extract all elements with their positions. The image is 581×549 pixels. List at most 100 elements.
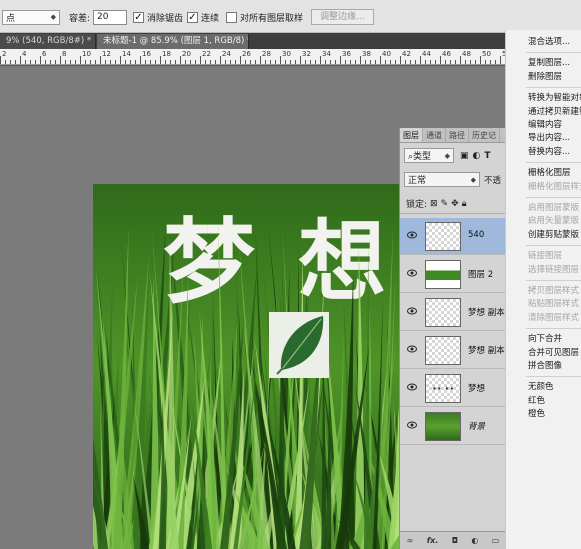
filter-dropdown[interactable]: ⌕类型 ◆ [404, 148, 454, 163]
tab-paths[interactable]: 路径 [446, 128, 469, 142]
menu-item[interactable]: 删除图层 [506, 71, 581, 83]
ruler-tick [5, 60, 6, 64]
tab-history[interactable]: 历史记 [469, 128, 500, 142]
ruler-tick [75, 60, 76, 64]
menu-item[interactable]: 编辑内容 [506, 119, 581, 131]
panel-footer: ∞ fx. ◘ ◐ ▭ [400, 531, 506, 549]
ruler-tick [170, 60, 171, 64]
lock-position-icon[interactable]: ✥ [451, 199, 459, 209]
mask-icon[interactable]: ◘ [452, 536, 458, 545]
ruler-tick [35, 60, 36, 64]
menu-item[interactable]: 红色 [506, 395, 581, 407]
ruler-tick [125, 60, 126, 64]
ruler-number: 8 [62, 50, 67, 58]
lock-all-icon[interactable]: 🔒︎ [462, 199, 467, 209]
blend-mode-dropdown[interactable]: 正常 ◆ [404, 172, 480, 187]
menu-item: 启用图层蒙版 [528, 203, 580, 213]
ruler-tick [235, 60, 236, 64]
menu-item: 栅格化图层样式 [528, 181, 581, 192]
image-filter-icon[interactable]: ▣ [460, 151, 469, 161]
layer-row[interactable]: 图层 2 [400, 256, 506, 293]
menu-item[interactable]: 合并可见图层 [506, 347, 581, 359]
menu-item[interactable]: 复制图层... [506, 57, 581, 69]
menu-item[interactable]: 混合选项... [506, 36, 581, 48]
mode-dropdown[interactable]: 点 ◆ [2, 9, 60, 25]
antialias-checkbox[interactable]: ✓ 消除锯齿 [133, 9, 183, 25]
ruler-tick [460, 56, 461, 64]
checkbox-icon [226, 11, 237, 23]
close-icon[interactable]: × [95, 36, 96, 46]
contiguous-checkbox[interactable]: ✓ 连续 [187, 9, 219, 25]
ruler-number: 48 [462, 50, 471, 58]
ruler-tick [295, 60, 296, 64]
ruler-number: 42 [402, 50, 411, 58]
ruler-tick [455, 60, 456, 64]
ruler-number: 4 [22, 50, 27, 58]
menu-item[interactable]: 无颜色 [506, 381, 581, 393]
menu-item[interactable]: 栅格化图层 [506, 167, 581, 179]
menu-item[interactable]: 向下合并 [506, 333, 581, 345]
folder-icon[interactable]: ▭ [492, 536, 500, 545]
menu-item[interactable]: 通过拷贝新建智能对象 [506, 106, 581, 118]
mode-value: 点 [6, 13, 16, 24]
menu-item[interactable]: 替换内容... [506, 146, 581, 158]
ruler-number: 44 [422, 50, 431, 58]
eye-icon[interactable] [407, 307, 417, 315]
eye-icon[interactable] [407, 345, 417, 353]
document-canvas[interactable]: 梦 想 [93, 184, 405, 549]
ruler-tick [450, 60, 451, 64]
layer-row[interactable]: ∙∙ ∙∙ 梦想 [400, 370, 506, 407]
tolerance-label: 容差: [69, 13, 91, 24]
eye-icon[interactable] [407, 269, 417, 277]
tolerance-input[interactable]: 20 [93, 9, 128, 25]
layer-row[interactable]: 540 [400, 218, 506, 255]
fx-icon[interactable]: fx. [427, 536, 439, 545]
tab-document-untitled[interactable]: 未标题-1 @ 85.9% (图层 1, RGB/8) * × [97, 34, 249, 49]
ruler-tick [245, 60, 246, 64]
ruler-tick [390, 60, 391, 64]
layer-thumbnail [425, 298, 461, 327]
ruler-number: 32 [302, 50, 311, 58]
ruler-tick [140, 56, 141, 64]
tab-channels[interactable]: 通道 [423, 128, 446, 142]
ruler-tick [385, 60, 386, 64]
ruler-number: 46 [442, 50, 451, 58]
tab-document-540[interactable]: 9% (540, RGB/8#) *× [0, 34, 96, 49]
eye-icon[interactable] [407, 383, 417, 391]
layer-row[interactable]: 梦想 副本 [400, 332, 506, 369]
menu-item[interactable]: 转换为智能对象 [506, 92, 581, 104]
ruler-tick [345, 60, 346, 64]
menu-item[interactable]: 橙色 [506, 408, 581, 420]
layer-name: 背景 [468, 422, 486, 432]
lock-pixels-icon[interactable]: ✎ [441, 199, 449, 209]
ruler-tick [200, 56, 201, 64]
menu-item[interactable]: 创建剪贴蒙版 [506, 229, 581, 241]
tab-label: 9% (540, RGB/8#) * [6, 36, 92, 46]
ruler-tick [350, 60, 351, 64]
adjust-filter-icon[interactable]: ◐ [473, 151, 481, 161]
ruler-tick [30, 60, 31, 64]
menu-item[interactable]: 导出内容... [506, 132, 581, 144]
ruler-number: 14 [122, 50, 131, 58]
ruler-tick [210, 60, 211, 64]
text-char-meng: 梦 [163, 209, 255, 316]
sample-all-checkbox[interactable]: 对所有图层取样 [226, 9, 303, 25]
refine-edge-button[interactable]: 调整边缘... [311, 9, 374, 25]
menu-item[interactable]: 拼合图像 [506, 360, 581, 372]
eye-icon[interactable] [407, 231, 417, 239]
ruler-tick [255, 60, 256, 64]
ruler-tick [490, 60, 491, 64]
link-icon[interactable]: ∞ [407, 536, 414, 545]
eye-icon[interactable] [407, 421, 417, 429]
tab-layers[interactable]: 图层 [400, 128, 423, 142]
ruler-tick [400, 56, 401, 64]
leaf-icon [269, 312, 329, 378]
ruler-tick [370, 60, 371, 64]
lock-transparent-icon[interactable]: ⊠ [430, 199, 438, 209]
layer-row[interactable]: 梦想 副本 [400, 294, 506, 331]
panel-tabs: 图层 通道 路径 历史记 [400, 128, 505, 143]
ruler-number: 20 [182, 50, 191, 58]
adjust-icon[interactable]: ◐ [471, 536, 478, 545]
type-filter-icon[interactable]: T [484, 151, 490, 161]
layer-row[interactable]: 背景 [400, 408, 506, 445]
